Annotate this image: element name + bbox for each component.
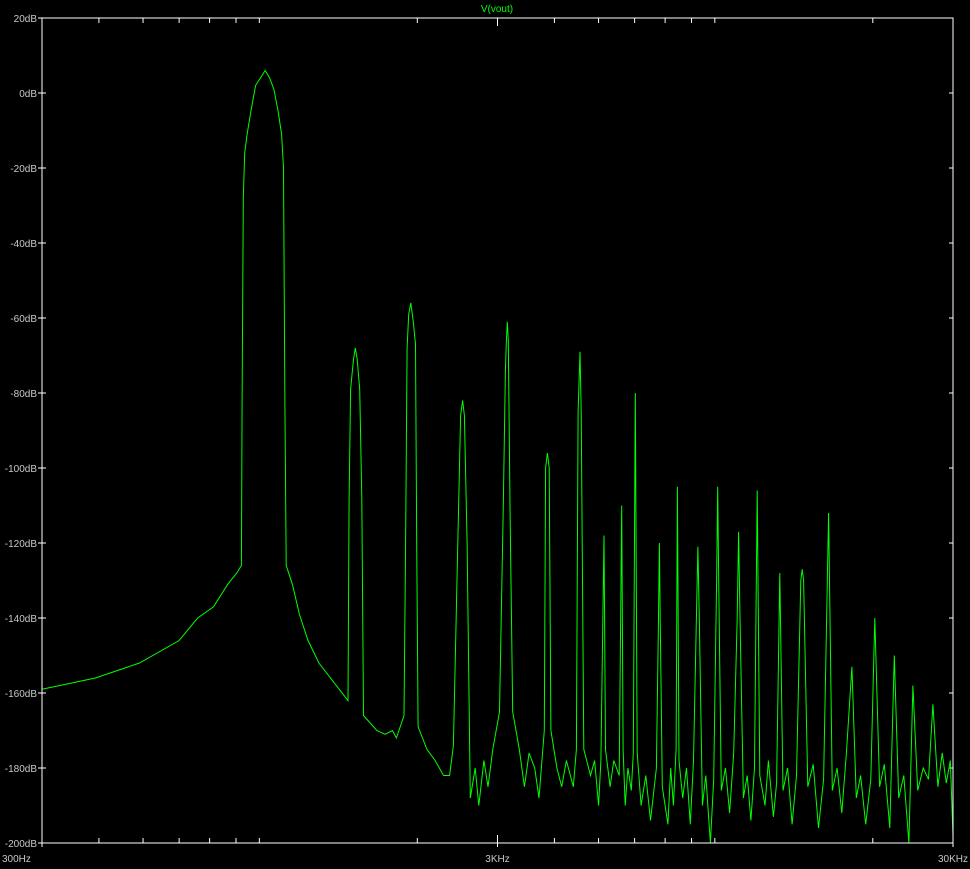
chart-title: V(vout) (481, 4, 513, 15)
y-tick-label: -100dB (5, 464, 38, 475)
y-tick-label: -160dB (5, 689, 38, 700)
y-tick-label: 0dB (19, 89, 37, 100)
x-tick-label: 300Hz (2, 854, 31, 865)
y-tick-label: -40dB (10, 239, 37, 250)
y-tick-label: -180dB (5, 764, 38, 775)
y-tick-label: -120dB (5, 539, 38, 550)
y-tick-label: 20dB (14, 14, 38, 25)
x-tick-label: 3KHz (485, 854, 509, 865)
x-tick-label: 30KHz (938, 854, 968, 865)
y-tick-label: -140dB (5, 614, 38, 625)
y-tick-label: -20dB (10, 164, 37, 175)
y-tick-label: -60dB (10, 314, 37, 325)
y-tick-label: -80dB (10, 389, 37, 400)
spectrum-chart: V(vout) 300Hz 3KHz 30KHz 20dB 0dB -20dB -40dB… (0, 0, 970, 869)
y-tick-label: -200dB (5, 839, 38, 850)
